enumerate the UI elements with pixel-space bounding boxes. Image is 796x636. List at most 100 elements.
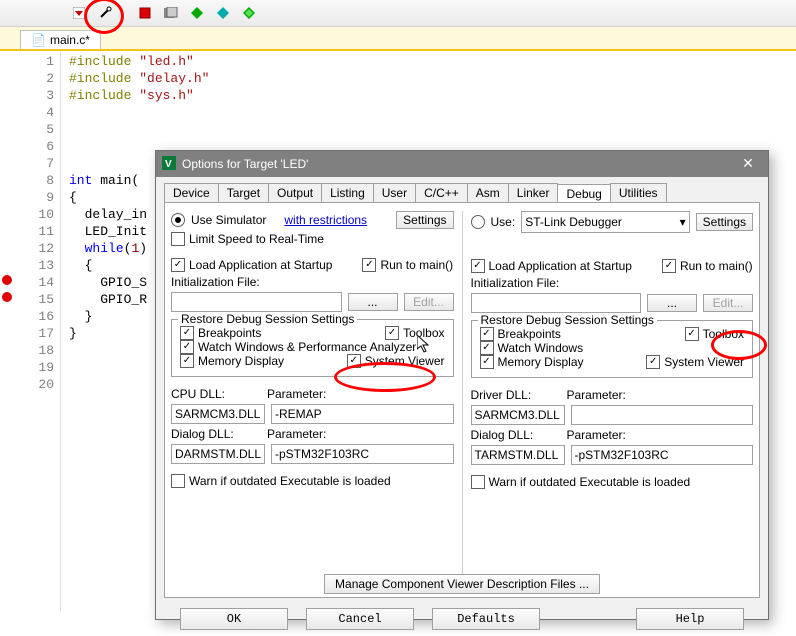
init-file-left-input[interactable] (171, 292, 342, 312)
build-all-icon[interactable] (162, 4, 180, 22)
warn-outdated-right-checkbox[interactable] (471, 475, 485, 489)
cancel-button[interactable]: Cancel (306, 608, 414, 630)
edit-right-button[interactable]: Edit... (703, 294, 753, 312)
dialog-dll-left-label: Dialog DLL: (171, 427, 261, 441)
watch-perf-checkbox[interactable] (180, 340, 194, 354)
tab-asm[interactable]: Asm (467, 183, 509, 202)
dialog-dll-right-input[interactable]: TARMSTM.DLL (471, 445, 565, 465)
options-dialog: V Options for Target 'LED' ✕ Device Targ… (155, 150, 769, 620)
cpu-param-label: Parameter: (267, 387, 326, 401)
dialog-dll-right-label: Dialog DLL: (471, 428, 561, 442)
breakpoints-left-checkbox[interactable] (180, 326, 194, 340)
debugger-select-value: ST-Link Debugger (525, 212, 622, 232)
cursor-icon (417, 335, 431, 353)
svg-text:V: V (165, 159, 172, 170)
app-icon: V (162, 156, 176, 173)
dialog-param-right-input[interactable]: -pSTM32F103RC (571, 445, 754, 465)
dialog-titlebar[interactable]: V Options for Target 'LED' ✕ (156, 151, 768, 177)
defaults-button[interactable]: Defaults (432, 608, 540, 630)
with-restrictions-link[interactable]: with restrictions (284, 213, 367, 227)
build-target-icon[interactable] (136, 4, 154, 22)
limit-speed-label: Limit Speed to Real-Time (189, 232, 324, 246)
use-debugger-radio[interactable] (471, 215, 485, 229)
file-icon: 📄 (31, 33, 46, 47)
load-app-left-checkbox[interactable] (171, 258, 185, 272)
driver-dll-label: Driver DLL: (471, 388, 561, 402)
driver-dll-input[interactable]: SARMCM3.DLL (471, 405, 565, 425)
sim-settings-button[interactable]: Settings (396, 211, 453, 229)
ok-button[interactable]: OK (180, 608, 288, 630)
cpu-dll-label: CPU DLL: (171, 387, 261, 401)
cpu-param-input[interactable]: -REMAP (271, 404, 454, 424)
warn-outdated-left-checkbox[interactable] (171, 474, 185, 488)
memory-left-checkbox[interactable] (180, 354, 194, 368)
use-simulator-radio[interactable] (171, 213, 185, 227)
use-debugger-label: Use: (491, 215, 516, 229)
tab-listing[interactable]: Listing (321, 183, 374, 202)
memory-left-label: Memory Display (198, 354, 284, 368)
diamond-green-icon[interactable] (188, 4, 206, 22)
tab-device[interactable]: Device (164, 183, 219, 202)
init-file-left-label: Initialization File: (171, 275, 454, 289)
tab-target[interactable]: Target (218, 183, 269, 202)
diamond-stack-icon[interactable] (240, 4, 258, 22)
breakpoints-left-label: Breakpoints (198, 326, 261, 340)
file-tab-label: main.c* (50, 33, 90, 47)
tab-user[interactable]: User (373, 183, 416, 202)
load-app-left-label: Load Application at Startup (189, 258, 332, 272)
restore-legend-right: Restore Debug Session Settings (478, 313, 657, 327)
init-file-right-label: Initialization File: (471, 276, 754, 290)
use-simulator-label: Use Simulator (191, 213, 266, 227)
tab-linker[interactable]: Linker (508, 183, 559, 202)
dialog-tabs: Device Target Output Listing User C/C++ … (156, 177, 768, 202)
load-app-right-checkbox[interactable] (471, 259, 485, 273)
dialog-dll-left-input[interactable]: DARMSTM.DLL (171, 444, 265, 464)
debug-right-column: Use: ST-Link Debugger ▾ Settings Load Ap… (471, 211, 754, 589)
diamond-teal-icon[interactable] (214, 4, 232, 22)
sysview-right-label: System Viewer (664, 355, 744, 369)
memory-right-checkbox[interactable] (480, 355, 494, 369)
restore-group-left: Restore Debug Session Settings Breakpoin… (171, 319, 454, 377)
init-file-right-input[interactable] (471, 293, 642, 313)
browse-left-button[interactable]: ... (348, 293, 398, 311)
chevron-down-icon: ▾ (680, 212, 686, 232)
load-app-right-label: Load Application at Startup (489, 259, 632, 273)
debug-panel: Use Simulator with restrictions Settings… (164, 202, 760, 598)
sysview-right-checkbox[interactable] (646, 355, 660, 369)
restore-group-right: Restore Debug Session Settings Breakpoin… (471, 320, 754, 378)
breakpoint-marker[interactable] (2, 292, 12, 302)
dialog-button-bar: OK Cancel Defaults Help (156, 598, 768, 636)
run-to-main-right-checkbox[interactable] (662, 259, 676, 273)
edit-left-button[interactable]: Edit... (404, 293, 454, 311)
debugger-settings-button[interactable]: Settings (696, 213, 753, 231)
file-tab-main-c[interactable]: 📄 main.c* (20, 30, 101, 49)
tab-output[interactable]: Output (268, 183, 322, 202)
tab-debug[interactable]: Debug (557, 184, 610, 203)
debug-left-column: Use Simulator with restrictions Settings… (171, 211, 454, 589)
tab-utilities[interactable]: Utilities (610, 183, 667, 202)
breakpoints-right-checkbox[interactable] (480, 327, 494, 341)
dropdown-icon[interactable] (70, 4, 88, 22)
run-to-main-left-checkbox[interactable] (362, 258, 376, 272)
watch-right-checkbox[interactable] (480, 341, 494, 355)
sysview-left-checkbox[interactable] (347, 354, 361, 368)
breakpoint-marker[interactable] (2, 275, 12, 285)
limit-speed-checkbox[interactable] (171, 232, 185, 246)
wand-icon[interactable] (96, 4, 114, 22)
cpu-dll-input[interactable]: SARMCM3.DLL (171, 404, 265, 424)
memory-right-label: Memory Display (498, 355, 584, 369)
close-icon[interactable]: ✕ (734, 154, 762, 174)
watch-right-label: Watch Windows (498, 341, 584, 355)
toolbox-right-label: Toolbox (703, 327, 744, 341)
sysview-left-label: System Viewer (365, 354, 445, 368)
debugger-select[interactable]: ST-Link Debugger ▾ (521, 211, 689, 233)
help-button[interactable]: Help (636, 608, 744, 630)
toolbox-left-checkbox[interactable] (385, 326, 399, 340)
tab-c-cpp[interactable]: C/C++ (415, 183, 468, 202)
browse-right-button[interactable]: ... (647, 294, 697, 312)
manage-component-button[interactable]: Manage Component Viewer Description File… (324, 574, 600, 594)
dialog-param-left-input[interactable]: -pSTM32F103RC (271, 444, 454, 464)
driver-param-input[interactable] (571, 405, 754, 425)
breakpoints-right-label: Breakpoints (498, 327, 561, 341)
toolbox-right-checkbox[interactable] (685, 327, 699, 341)
